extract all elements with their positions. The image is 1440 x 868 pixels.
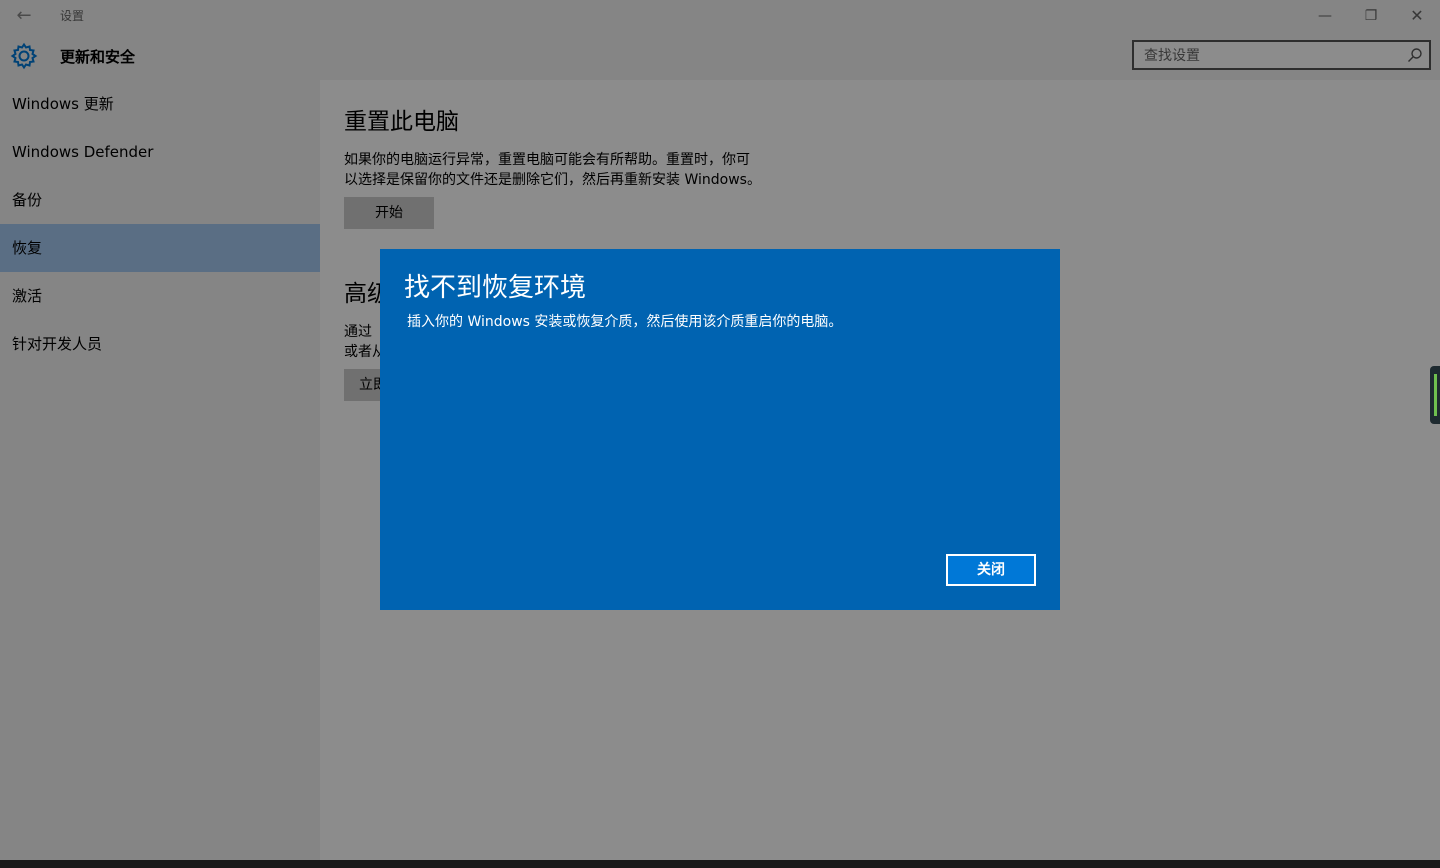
dialog-message: 插入你的 Windows 安装或恢复介质，然后使用该介质重启你的电脑。 [407, 314, 843, 330]
taskbar [0, 860, 1440, 868]
dialog-title: 找不到恢复环境 [404, 273, 587, 303]
dialog-close-button[interactable]: 关闭 [946, 554, 1036, 586]
recovery-environment-dialog: 找不到恢复环境 插入你的 Windows 安装或恢复介质，然后使用该介质重启你的… [380, 249, 1060, 610]
edge-widget-meter [1434, 374, 1437, 416]
edge-widget[interactable] [1430, 366, 1440, 424]
